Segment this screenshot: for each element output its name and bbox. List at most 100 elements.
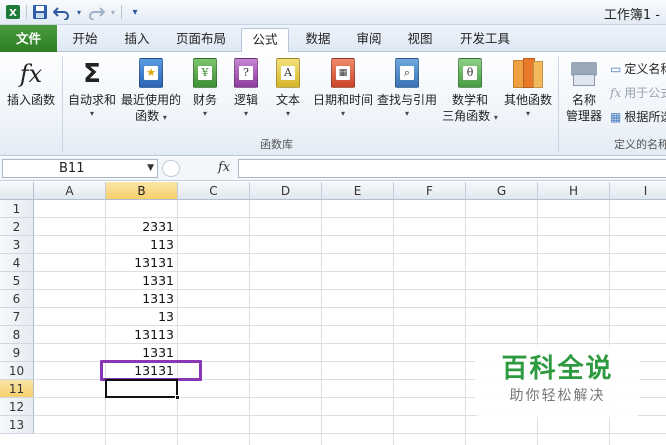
gridline — [321, 200, 322, 445]
books-stack-icon — [511, 58, 545, 88]
tab-data[interactable]: 数据 — [296, 28, 340, 52]
name-box[interactable]: B11 ▼ — [2, 159, 158, 178]
row-header-6[interactable]: 6 — [0, 290, 34, 308]
row-header-9[interactable]: 9 — [0, 344, 34, 362]
math-trig-label-2: 三角函数 — [442, 109, 491, 123]
cell-b7[interactable]: 13 — [106, 308, 177, 326]
autosum-button[interactable]: Σ 自动求和 ▾ — [66, 58, 118, 120]
cell-b3[interactable]: 113 — [106, 236, 177, 254]
row-header-7[interactable]: 7 — [0, 308, 34, 326]
undo-icon[interactable] — [53, 3, 71, 21]
tab-home[interactable]: 开始 — [63, 28, 107, 52]
chevron-down-icon: ▾ — [404, 109, 409, 118]
tab-file[interactable]: 文件 — [0, 25, 57, 52]
row-header-1[interactable]: 1 — [0, 200, 34, 218]
lookup-reference-button[interactable]: ⌕ 查找与引用 ▾ — [376, 58, 438, 120]
highlight-box — [100, 360, 202, 381]
redo-dropdown-icon[interactable]: ▾ — [109, 3, 117, 21]
recently-used-label-1: 最近使用的 — [120, 93, 181, 107]
cell-b2[interactable]: 2331 — [106, 218, 177, 236]
column-header-h[interactable]: H — [538, 182, 610, 200]
autosum-label: 自动求和 — [67, 93, 116, 107]
tab-page-layout[interactable]: 页面布局 — [168, 28, 234, 52]
name-manager-label-1: 名称 — [571, 93, 596, 107]
name-box-value: B11 — [59, 161, 85, 176]
column-header-b[interactable]: B — [106, 182, 178, 200]
cell-b5[interactable]: 1331 — [106, 272, 177, 290]
define-name-button[interactable]: ▭定义名称 — [610, 60, 666, 77]
cell-b8[interactable]: 13113 — [106, 326, 177, 344]
column-header-e[interactable]: E — [322, 182, 394, 200]
tab-formulas[interactable]: 公式 — [241, 28, 289, 53]
tab-review[interactable]: 审阅 — [347, 28, 391, 52]
column-header-i[interactable]: I — [610, 182, 666, 200]
datetime-button[interactable]: ▦ 日期和时间 ▾ — [310, 58, 376, 120]
theta-book-icon: θ — [458, 58, 482, 88]
column-header-a[interactable]: A — [34, 182, 106, 200]
save-icon[interactable] — [31, 3, 49, 21]
create-from-selection-button[interactable]: ▦根据所选 — [610, 108, 666, 125]
tab-view[interactable]: 视图 — [398, 28, 442, 52]
formula-bar-expand-handle[interactable] — [162, 160, 180, 177]
use-in-formula-button[interactable]: fx用于公式 — [610, 84, 666, 101]
undo-dropdown-icon[interactable]: ▾ — [75, 3, 83, 21]
function-library-label: 函数库 — [260, 138, 293, 151]
name-manager-button[interactable]: 名称 管理器 — [562, 58, 606, 124]
column-header-d[interactable]: D — [250, 182, 322, 200]
question-book-icon: ? — [234, 58, 258, 88]
defined-names-label: 定义的名称 — [614, 138, 666, 151]
math-trig-button[interactable]: θ 数学和 三角函数 ▾ — [441, 58, 499, 124]
text-button[interactable]: A 文本 ▾ — [271, 58, 305, 120]
row-header-10[interactable]: 10 — [0, 362, 34, 380]
redo-icon[interactable] — [87, 3, 105, 21]
row-header-5[interactable]: 5 — [0, 272, 34, 290]
title-bar: X ▾ ▾ ▾ 工作簿1 - — [0, 0, 666, 25]
chevron-down-icon: ▾ — [162, 113, 167, 122]
lookup-reference-label: 查找与引用 — [376, 93, 437, 107]
ribbon-separator — [62, 56, 63, 152]
recently-used-button[interactable]: ★ 最近使用的 函数 ▾ — [120, 58, 182, 124]
gridline — [465, 200, 466, 445]
select-all-corner[interactable] — [0, 182, 34, 200]
insert-function-icon[interactable]: fx — [218, 160, 230, 175]
tab-developer[interactable]: 开发工具 — [452, 28, 518, 52]
row-header-3[interactable]: 3 — [0, 236, 34, 254]
cell-b6[interactable]: 1313 — [106, 290, 177, 308]
column-header-g[interactable]: G — [466, 182, 538, 200]
chevron-down-icon: ▾ — [285, 109, 290, 118]
more-functions-button[interactable]: 其他函数 ▾ — [502, 58, 554, 120]
row-header-4[interactable]: 4 — [0, 254, 34, 272]
datetime-label: 日期和时间 — [312, 93, 373, 107]
chevron-down-icon: ▾ — [340, 109, 345, 118]
formula-input[interactable] — [238, 159, 666, 178]
column-header-c[interactable]: C — [178, 182, 250, 200]
row-header-11[interactable]: 11 — [0, 380, 34, 398]
row-header-8[interactable]: 8 — [0, 326, 34, 344]
recently-used-label-2: 函数 — [135, 109, 160, 123]
toolbar-separator — [26, 5, 27, 19]
chevron-down-icon[interactable]: ▼ — [147, 160, 154, 177]
fill-handle[interactable] — [175, 395, 180, 400]
row-header-13[interactable]: 13 — [0, 416, 34, 434]
create-from-selection-label: 根据所选 — [624, 110, 666, 124]
column-header-f[interactable]: F — [394, 182, 466, 200]
tab-insert[interactable]: 插入 — [115, 28, 159, 52]
text-book-icon: A — [276, 58, 300, 88]
fx-small-icon: fx — [610, 85, 622, 100]
name-manager-icon — [569, 58, 599, 88]
financial-button[interactable]: ¥ 财务 ▾ — [188, 58, 222, 120]
math-trig-label-2-row: 三角函数 ▾ — [441, 108, 499, 124]
customize-toolbar-icon[interactable]: ▾ — [126, 3, 144, 21]
logical-button[interactable]: ? 逻辑 ▾ — [229, 58, 263, 120]
use-in-formula-label: 用于公式 — [624, 86, 666, 100]
watermark: 百科全说 助你轻松解决 — [475, 345, 640, 417]
row-header-2[interactable]: 2 — [0, 218, 34, 236]
fx-icon: fx — [19, 60, 43, 88]
excel-app-icon[interactable]: X — [4, 3, 22, 21]
insert-function-button[interactable]: fx 插入函数 — [4, 58, 58, 108]
more-functions-label: 其他函数 — [503, 93, 552, 107]
cell-b4[interactable]: 13131 — [106, 254, 177, 272]
recently-used-label-2-row: 函数 ▾ — [120, 108, 182, 124]
row-header-12[interactable]: 12 — [0, 398, 34, 416]
active-cell-b11[interactable] — [105, 379, 178, 398]
